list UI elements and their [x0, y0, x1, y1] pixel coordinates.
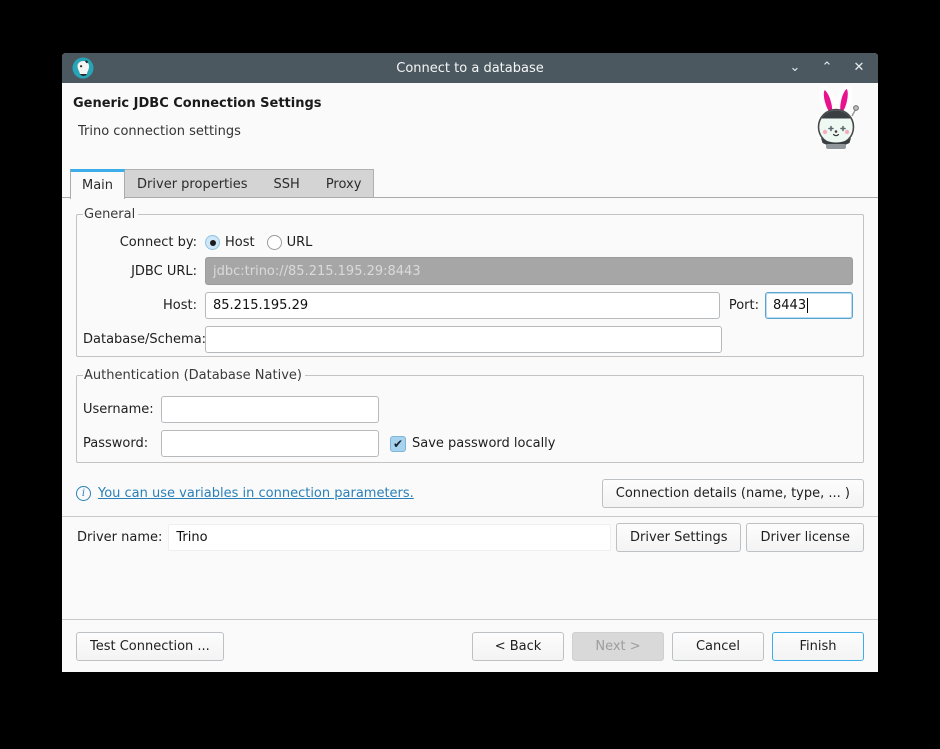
- settings-tabbar: Main Driver properties SSH Proxy: [62, 161, 878, 198]
- driver-settings-button[interactable]: Driver Settings: [616, 523, 741, 552]
- connection-details-button[interactable]: Connection details (name, type, ... ): [602, 479, 864, 508]
- username-row: Username:: [83, 396, 853, 423]
- connect-by-label: Connect by:: [83, 235, 205, 250]
- dialog-button-bar: Test Connection ... < Back Next > Cancel…: [62, 619, 878, 672]
- test-connection-button[interactable]: Test Connection ...: [76, 632, 224, 661]
- database-label: Database/Schema:: [83, 332, 205, 347]
- trino-bunny-logo: [808, 86, 866, 152]
- minimize-icon[interactable]: ⌄: [786, 57, 804, 79]
- username-label: Username:: [83, 402, 161, 417]
- titlebar[interactable]: Connect to a database ⌄ ⌃ ✕: [62, 53, 878, 83]
- host-row: Host: Port: 8443: [83, 292, 853, 319]
- desktop-background: Connect to a database ⌄ ⌃ ✕ Generic JDBC…: [0, 0, 940, 749]
- driver-separator: [62, 516, 878, 517]
- tab-ssh[interactable]: SSH: [274, 177, 300, 192]
- password-label: Password:: [83, 436, 161, 451]
- host-radio[interactable]: [205, 235, 220, 250]
- save-password-option[interactable]: ✔ Save password locally: [390, 436, 556, 452]
- url-radio[interactable]: [267, 235, 282, 250]
- general-group-legend: General: [83, 207, 138, 222]
- jdbc-url-label: JDBC URL:: [83, 264, 205, 279]
- page-subtitle: Trino connection settings: [72, 124, 864, 139]
- password-input[interactable]: [161, 430, 379, 457]
- finish-button[interactable]: Finish: [772, 632, 864, 661]
- inactive-tab-group: Driver properties SSH Proxy: [125, 169, 374, 198]
- port-value: 8443: [773, 298, 806, 313]
- save-password-checkbox[interactable]: ✔: [390, 436, 406, 452]
- cancel-button[interactable]: Cancel: [672, 632, 764, 661]
- window-title: Connect to a database: [62, 61, 878, 76]
- driver-name-label: Driver name:: [76, 530, 162, 545]
- authentication-group-legend: Authentication (Database Native): [83, 368, 305, 383]
- tab-driver-properties[interactable]: Driver properties: [137, 177, 247, 192]
- database-input[interactable]: [205, 326, 722, 353]
- tab-proxy[interactable]: Proxy: [326, 177, 362, 192]
- port-label: Port:: [729, 298, 759, 313]
- authentication-group: Authentication (Database Native) Usernam…: [76, 368, 864, 463]
- tab-main[interactable]: Main: [70, 169, 125, 199]
- password-row: Password: ✔ Save password locally: [83, 430, 853, 457]
- text-caret: [807, 298, 808, 313]
- connect-by-host-option[interactable]: Host: [205, 235, 255, 250]
- username-input[interactable]: [161, 396, 379, 423]
- jdbc-url-row: JDBC URL:: [83, 257, 853, 285]
- info-icon: i: [76, 486, 91, 501]
- connect-database-dialog: Connect to a database ⌄ ⌃ ✕ Generic JDBC…: [62, 53, 878, 672]
- host-radio-label: Host: [225, 235, 255, 250]
- general-group: General Connect by: Host URL JDBC URL:: [76, 207, 864, 357]
- database-row: Database/Schema:: [83, 326, 853, 353]
- host-label: Host:: [83, 298, 205, 313]
- connect-by-url-option[interactable]: URL: [267, 235, 313, 250]
- host-input[interactable]: [205, 292, 720, 319]
- next-button: Next >: [572, 632, 664, 661]
- page-title: Generic JDBC Connection Settings: [72, 96, 864, 111]
- connect-by-row: Connect by: Host URL: [83, 235, 853, 250]
- port-input[interactable]: 8443: [765, 292, 853, 319]
- close-icon[interactable]: ✕: [850, 57, 868, 79]
- save-password-label: Save password locally: [412, 436, 556, 451]
- main-tab-content: General Connect by: Host URL JDBC URL:: [62, 198, 878, 619]
- variables-help-link[interactable]: You can use variables in connection para…: [98, 486, 414, 501]
- driver-license-button[interactable]: Driver license: [746, 523, 864, 552]
- driver-row: Driver name: Driver Settings Driver lice…: [76, 522, 864, 552]
- info-row: i You can use variables in connection pa…: [76, 479, 864, 508]
- dbeaver-app-icon: [72, 57, 94, 79]
- maximize-icon[interactable]: ⌃: [818, 57, 836, 79]
- driver-name-field: [168, 524, 611, 551]
- tab-main-label: Main: [82, 178, 113, 193]
- back-button[interactable]: < Back: [472, 632, 564, 661]
- url-radio-label: URL: [287, 235, 313, 250]
- dialog-header: Generic JDBC Connection Settings Trino c…: [62, 83, 878, 161]
- jdbc-url-input: [205, 257, 853, 285]
